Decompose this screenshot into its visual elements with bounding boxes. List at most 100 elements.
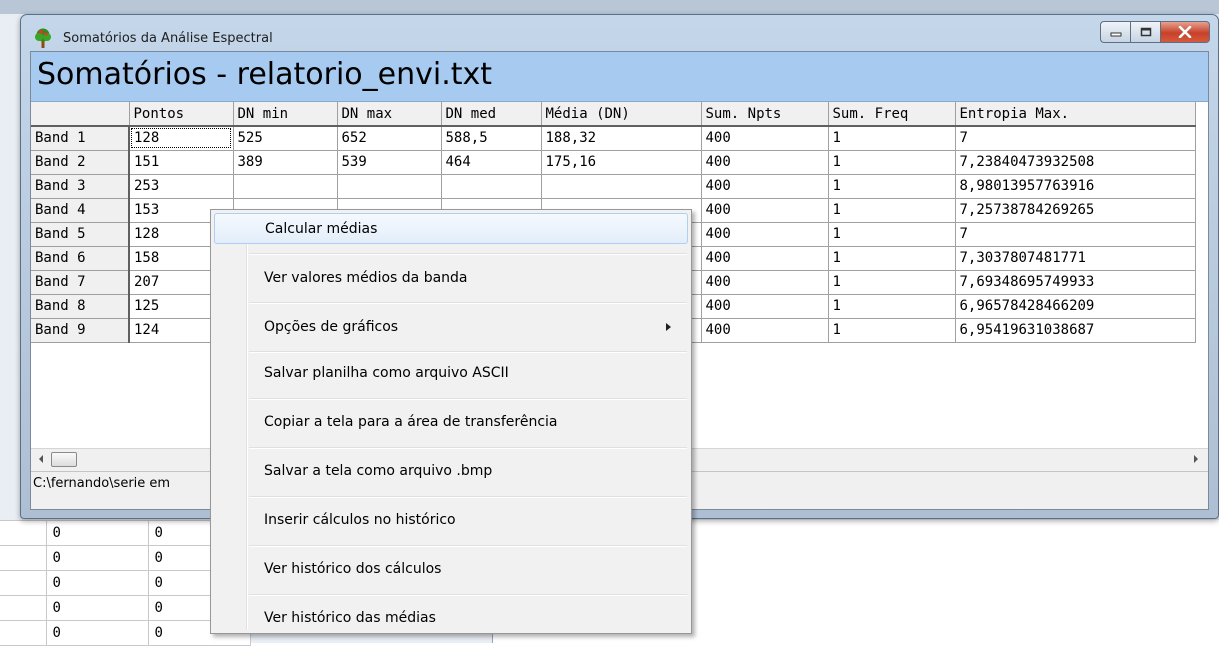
grid-cell[interactable]: 7 [955,222,1196,247]
grid-cell[interactable]: 7 [955,126,1196,151]
grid-cell[interactable]: 588,5 [441,126,542,151]
menu-separator [249,398,687,400]
grid-cell[interactable] [541,174,702,199]
menu-item[interactable]: Inserir cálculos no histórico [214,504,688,535]
grid-cell[interactable]: 128 [129,126,234,151]
menu-item[interactable]: Ver valores médios da banda [214,262,688,293]
column-header[interactable]: Entropia Max. [955,102,1196,127]
grid-cell[interactable]: 6,95419631038687 [955,318,1196,343]
grid-cell[interactable]: 1 [828,294,956,319]
grid-cell[interactable]: 400 [701,222,829,247]
grid-cell[interactable]: 1 [828,246,956,271]
grid-cell[interactable]: 1 [828,150,956,175]
grid-cell[interactable]: 1 [828,126,956,151]
title-bar[interactable]: Somatórios da Análise Espectral [21,15,1218,51]
menu-item[interactable]: Salvar planilha como arquivo ASCII [214,357,688,388]
maximize-button[interactable] [1130,21,1160,43]
menu-item[interactable]: Copiar a tela para a área de transferênc… [214,406,688,437]
grid-cell[interactable]: 464 [441,150,542,175]
grid-cell[interactable]: 1 [828,222,956,247]
grid-cell[interactable]: 400 [701,270,829,295]
column-header[interactable]: Pontos [129,102,234,127]
grid-cell[interactable]: 1 [828,318,956,343]
scrollbar-thumb[interactable] [51,452,77,467]
row-header[interactable]: Band 2 [31,150,130,175]
column-header[interactable]: Média (DN) [541,102,702,127]
grid-cell[interactable]: 400 [701,246,829,271]
minimize-button[interactable] [1100,21,1130,43]
menu-separator [249,545,687,547]
row-header[interactable]: Band 4 [31,198,130,223]
grid-cell[interactable]: 1 [828,198,956,223]
grid-cell[interactable]: 400 [701,318,829,343]
grid-cell[interactable] [441,174,542,199]
grid-cell[interactable]: 8,98013957763916 [955,174,1196,199]
grid-cell[interactable]: 7,3037807481771 [955,246,1196,271]
grid-cell[interactable]: 151 [129,150,234,175]
grid-cell[interactable]: 525 [233,126,338,151]
grid-cell[interactable]: 1 [828,270,956,295]
column-header[interactable]: DN min [233,102,338,127]
column-header[interactable]: Sum. Npts [701,102,829,127]
column-header[interactable]: Sum. Freq [828,102,956,127]
context-menu: Calcular médias Ver valores médios da ban… [210,209,692,634]
table-row[interactable]: Band 2 151 389 539 464 175,16 400 1 7,2384047393… [31,150,1196,175]
background-cell: 0 [45,595,149,621]
header-panel: Somatórios - relatorio_envi.txt [31,52,1208,102]
menu-item[interactable]: Ver histórico das médias [214,602,688,633]
grid-cell[interactable]: 6,96578428466209 [955,294,1196,319]
grid-cell[interactable]: 389 [233,150,338,175]
background-lead-cell [0,545,47,571]
menu-item[interactable]: Calcular médias [214,213,688,244]
grid-cell[interactable]: 652 [337,126,442,151]
caption-buttons [1100,21,1210,45]
row-header[interactable]: Band 1 [31,126,130,151]
table-row[interactable]: Band 3 253 400 1 8,98013957763916 [31,174,1196,199]
grid-cell[interactable]: 400 [701,174,829,199]
menu-item[interactable]: Salvar a tela como arquivo .bmp [214,455,688,486]
grid-cell[interactable]: 400 [701,150,829,175]
grid-cell[interactable]: 400 [701,126,829,151]
menu-item[interactable]: Ver histórico dos cálculos [214,553,688,584]
window-title: Somatórios da Análise Espectral [63,31,273,46]
grid-cell[interactable]: 7,23840473932508 [955,150,1196,175]
grid-corner[interactable] [31,102,130,127]
row-header[interactable]: Band 5 [31,222,130,247]
menu-item-label: Ver histórico das médias [264,609,436,626]
row-header[interactable]: Band 9 [31,318,130,343]
table-row[interactable]: Band 1 128 525 652 588,5 188,32 400 1 7 [31,126,1196,151]
menu-item-label: Copiar a tela para a área de transferênc… [264,413,558,430]
menu-item-label: Ver valores médios da banda [264,269,468,286]
column-header[interactable]: DN max [337,102,442,127]
maximize-icon [1140,27,1151,37]
chevron-right-icon[interactable] [1192,453,1200,465]
grid-cell[interactable]: 1 [828,174,956,199]
close-icon [1178,26,1192,38]
menu-item[interactable]: Opções de gráficos [214,311,688,342]
row-header[interactable]: Band 3 [31,174,130,199]
grid-cell[interactable] [337,174,442,199]
menu-item-label: Inserir cálculos no histórico [264,511,456,528]
grid-cell[interactable]: 188,32 [541,126,702,151]
close-button[interactable] [1160,21,1210,43]
grid-cell[interactable]: 7,25738784269265 [955,198,1196,223]
grid-cell[interactable]: 7,69348695749933 [955,270,1196,295]
chevron-right-icon [666,322,671,331]
grid-cell[interactable] [233,174,338,199]
grid-cell[interactable]: 253 [129,174,234,199]
status-path: C:\fernando\serie em [33,476,171,491]
grid-cell[interactable]: 400 [701,294,829,319]
page-title: Somatórios - relatorio_envi.txt [37,57,493,92]
column-header[interactable]: DN med [441,102,542,127]
menu-separator [249,302,687,304]
row-header[interactable]: Band 7 [31,270,130,295]
grid-cell[interactable]: 539 [337,150,442,175]
menu-item-label: Salvar a tela como arquivo .bmp [264,462,493,479]
grid-cell[interactable]: 400 [701,198,829,223]
chevron-left-icon[interactable] [37,453,45,465]
grid-cell[interactable]: 175,16 [541,150,702,175]
row-header[interactable]: Band 8 [31,294,130,319]
row-header[interactable]: Band 6 [31,246,130,271]
menu-separator [249,351,687,353]
menu-item-label: Ver histórico dos cálculos [264,560,442,577]
